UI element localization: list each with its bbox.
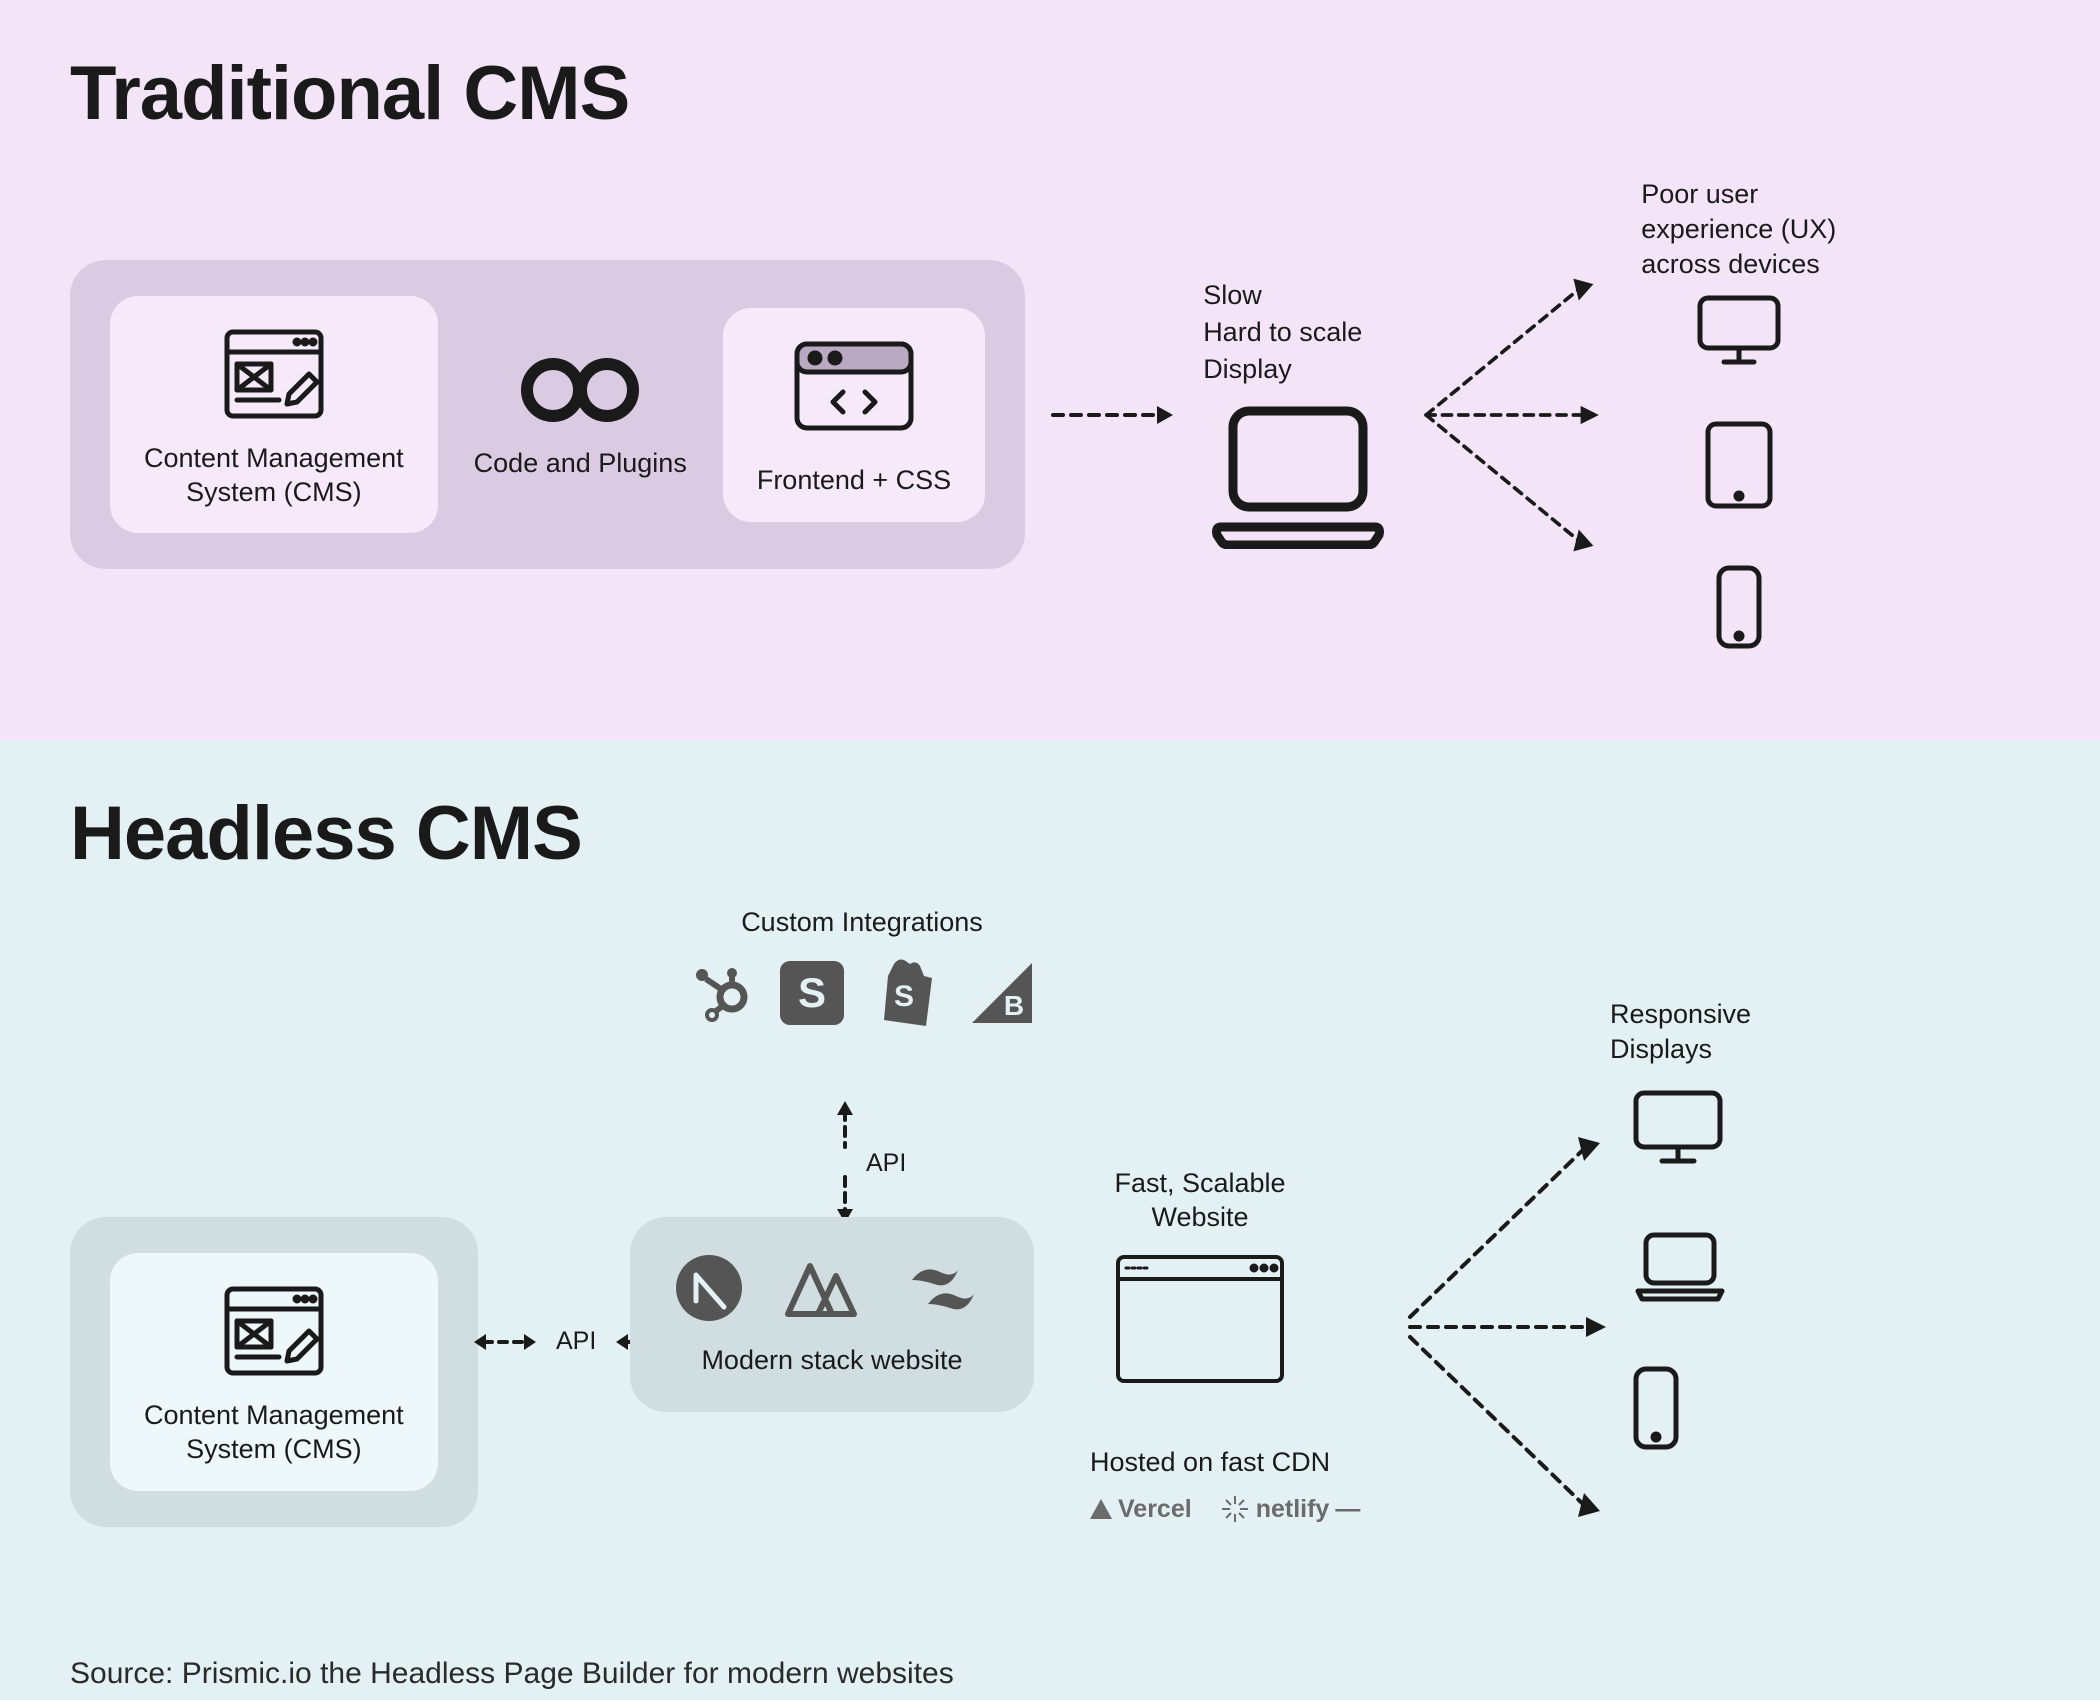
headless-flow: Custom Integrations — [70, 907, 2030, 1627]
headless-cms-label: Content Management System (CMS) — [144, 1399, 404, 1467]
arrow-up-down-icon — [830, 1097, 860, 1227]
phone-icon — [1630, 1363, 1730, 1453]
fast-website-block: Fast, Scalable Website — [1110, 1167, 1290, 1389]
monitor-icon — [1694, 292, 1784, 368]
browser-code-icon — [789, 336, 919, 446]
cdn-block: Hosted on fast CDN Vercel netlify — — [1090, 1447, 1358, 1524]
source-attribution: Source: Prismic.io the Headless Page Bui… — [70, 1657, 2030, 1691]
custom-integrations-block: Custom Integrations — [690, 907, 1034, 1030]
bigcommerce-icon: B — [970, 961, 1034, 1025]
browser-window-icon — [1110, 1249, 1290, 1389]
cms-editor-icon — [219, 1281, 329, 1381]
traditional-monolith-box: Content Management System (CMS) Code and… — [70, 260, 1025, 570]
svg-text:B: B — [1004, 990, 1024, 1021]
laptop-small-icon — [1630, 1227, 1730, 1303]
headless-cms-box: Content Management System (CMS) — [70, 1217, 478, 1527]
responsive-devices-column — [1630, 1087, 1730, 1453]
devices-column: Poor user experience (UX) across devices — [1641, 177, 1836, 652]
tablet-icon — [1702, 418, 1776, 512]
frontend-card: Frontend + CSS — [723, 308, 985, 522]
chain-link-icon — [505, 350, 655, 430]
netlify-text: netlify — [1256, 1495, 1330, 1524]
cms-card: Content Management System (CMS) — [110, 296, 438, 534]
api-vertical-connector: API — [830, 1097, 860, 1227]
traditional-cms-panel: Traditional CMS — [0, 0, 2100, 740]
api-label-1: API — [550, 1327, 602, 1356]
vercel-text: Vercel — [1118, 1495, 1192, 1524]
cdn-label: Hosted on fast CDN — [1090, 1447, 1358, 1478]
headless-cms-card: Content Management System (CMS) — [110, 1253, 438, 1491]
responsive-displays-label: Responsive Displays — [1610, 997, 1751, 1067]
headless-title: Headless CMS — [70, 790, 2030, 877]
tailwind-icon — [900, 1260, 990, 1316]
note-slow: Slow — [1203, 280, 1393, 311]
netlify-logo: netlify — — [1220, 1494, 1359, 1524]
frontend-label: Frontend + CSS — [757, 464, 951, 498]
traditional-flow: Content Management System (CMS) Code and… — [70, 177, 2030, 652]
custom-integrations-label: Custom Integrations — [741, 907, 983, 938]
note-scale: Hard to scale — [1203, 317, 1393, 348]
nuxt-icon — [780, 1256, 864, 1320]
api-label-2: API — [860, 1149, 912, 1178]
cms-label: Content Management System (CMS) — [144, 442, 404, 510]
svg-text:S: S — [894, 980, 914, 1013]
monitor-icon — [1630, 1087, 1730, 1167]
arrows-fan-icon — [1400, 1107, 1620, 1547]
phone-icon — [1713, 562, 1765, 652]
display-notes: Slow Hard to scale Display — [1203, 280, 1393, 385]
modern-stack-label: Modern stack website — [701, 1345, 962, 1376]
traditional-title: Traditional CMS — [70, 50, 2030, 137]
modern-stack-box: Modern stack website — [630, 1217, 1034, 1412]
display-block: Slow Hard to scale Display — [1203, 280, 1393, 549]
arrow-left-right-icon — [470, 1329, 540, 1355]
arrows-fan-icon — [1417, 225, 1617, 605]
fast-website-label: Fast, Scalable Website — [1114, 1167, 1285, 1235]
arrow-right-icon — [1049, 400, 1179, 430]
vercel-logo: Vercel — [1090, 1495, 1192, 1524]
code-plugins-label: Code and Plugins — [474, 448, 687, 479]
hubspot-icon — [690, 963, 750, 1023]
laptop-icon — [1203, 399, 1393, 549]
headless-cms-panel: Headless CMS Custom Integrations — [0, 740, 2100, 1700]
svg-text:S: S — [798, 969, 826, 1016]
nextjs-icon — [674, 1253, 744, 1323]
code-plugins-block: Code and Plugins — [474, 350, 687, 479]
poor-ux-label: Poor user experience (UX) across devices — [1641, 177, 1836, 282]
cms-editor-icon — [219, 324, 329, 424]
note-display: Display — [1203, 354, 1393, 385]
stripe-icon: S — [780, 961, 844, 1025]
shopify-icon: S — [874, 956, 940, 1030]
